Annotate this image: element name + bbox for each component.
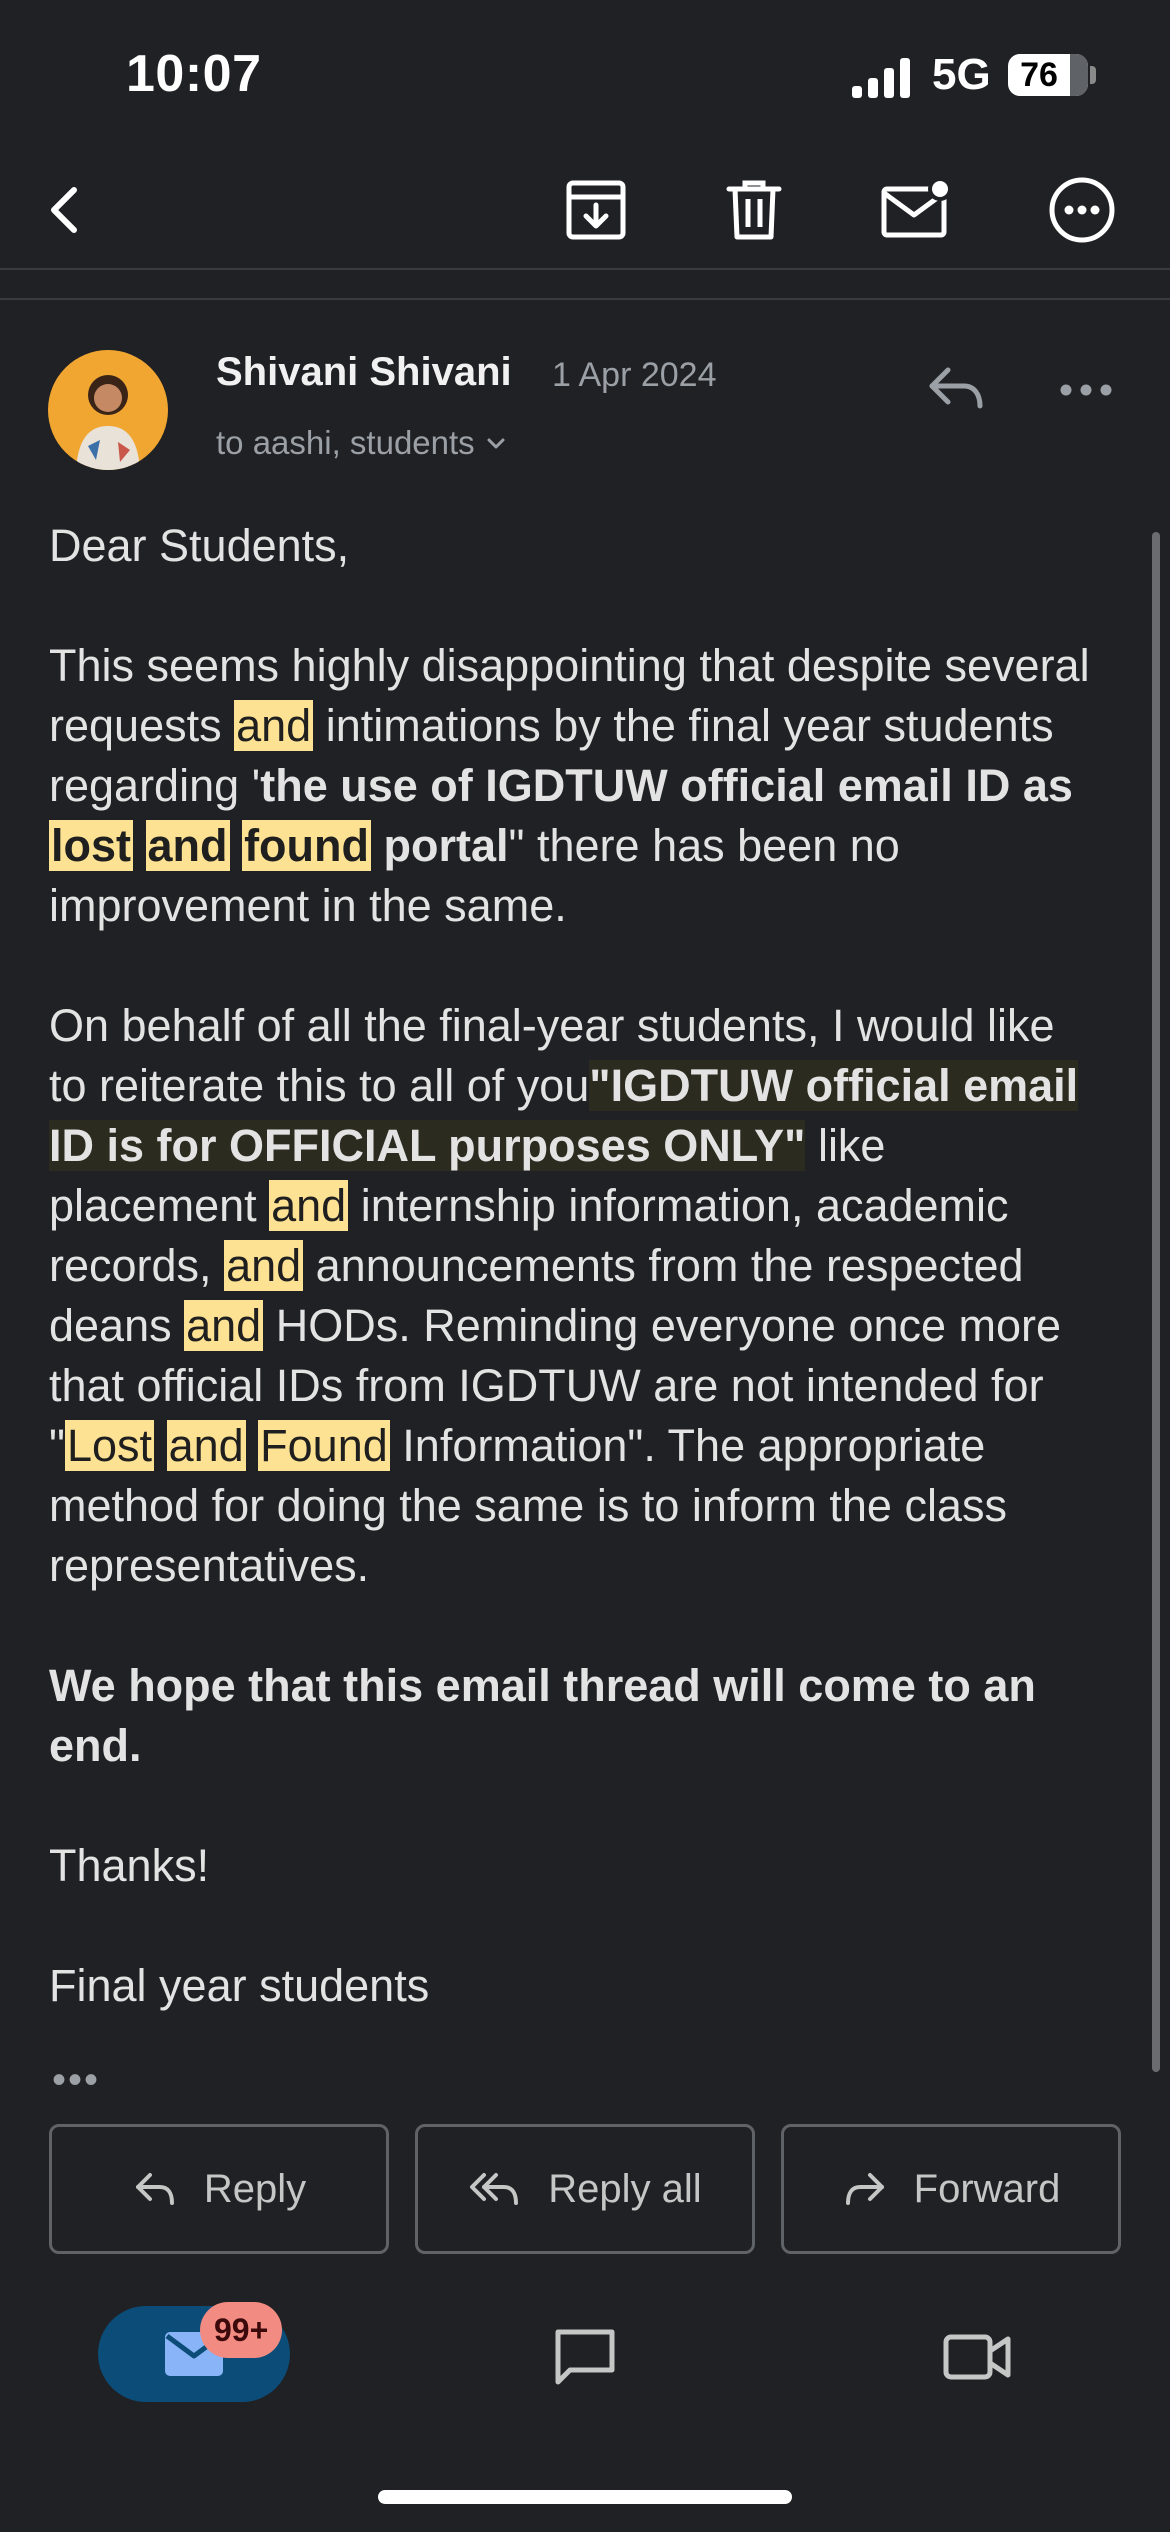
avatar-photo (48, 350, 168, 470)
reply-all-label: Reply all (548, 2166, 702, 2211)
search-highlight: and (224, 1240, 304, 1291)
search-highlight: and (184, 1300, 264, 1351)
recipients-toggle[interactable]: to aashi, students (216, 424, 507, 462)
signal-strength-icon (852, 58, 910, 98)
more-horizontal-icon (1060, 384, 1112, 396)
network-type: 5G (932, 50, 991, 99)
greeting: Dear Students, (49, 520, 350, 571)
scrollbar[interactable] (1152, 532, 1160, 2072)
search-highlight: found (242, 820, 371, 871)
divider (0, 298, 1170, 300)
home-indicator[interactable] (378, 2490, 792, 2504)
email-body: Dear Students, This seems highly disappo… (49, 516, 1099, 2076)
video-camera-icon (943, 2334, 1011, 2380)
status-bar: 10:07 5G 76 (0, 0, 1170, 150)
email-toolbar (0, 150, 1170, 270)
search-highlight: and (269, 1180, 349, 1231)
paragraph-1: This seems highly disappointing that des… (49, 640, 1090, 931)
battery-icon: 76 (1008, 54, 1088, 96)
chevron-down-icon (487, 438, 505, 449)
forward-icon (845, 2173, 884, 2205)
archive-icon (566, 180, 626, 240)
search-highlight: Lost (64, 1420, 155, 1471)
reply-button[interactable]: Reply (49, 2124, 389, 2254)
chat-icon (555, 2329, 615, 2385)
nav-meet-tab[interactable] (932, 2312, 1022, 2402)
thanks-line: Thanks! (49, 1840, 210, 1891)
unread-count-badge: 99+ (200, 2302, 283, 2358)
search-highlight: Found (258, 1420, 390, 1471)
reply-label: Reply (203, 2166, 307, 2211)
search-highlight: and (234, 700, 314, 751)
recipients-text: to aashi, students (216, 424, 475, 461)
mark-unread-button[interactable] (876, 170, 956, 250)
more-circle-icon (1049, 177, 1115, 243)
forward-button[interactable]: Forward (781, 2124, 1121, 2254)
nav-chat-tab[interactable] (540, 2312, 630, 2402)
trash-icon (726, 180, 782, 240)
back-arrow-icon (51, 187, 77, 233)
battery-level: 76 (1020, 56, 1058, 94)
signature: Final year students (49, 1960, 430, 2011)
reply-icon (135, 2173, 174, 2205)
sender-avatar[interactable] (48, 350, 168, 470)
reply-all-icon (470, 2173, 519, 2205)
mark-unread-icon (881, 177, 952, 238)
header-reply-button[interactable] (916, 350, 996, 430)
sent-date: 1 Apr 2024 (552, 356, 717, 394)
delete-button[interactable] (714, 170, 794, 250)
header-more-button[interactable] (1046, 350, 1126, 430)
back-button[interactable] (26, 170, 106, 250)
search-highlight: lost (49, 820, 134, 871)
closing-statement: We hope that this email thread will come… (49, 1660, 1036, 1771)
sender-name[interactable]: Shivani Shivani (216, 350, 512, 395)
paragraph-2: On behalf of all the final-year students… (49, 1000, 1079, 1591)
status-time: 10:07 (126, 45, 262, 103)
reply-all-button[interactable]: Reply all (415, 2124, 755, 2254)
search-highlight: and (145, 820, 230, 871)
archive-button[interactable] (556, 170, 636, 250)
reply-icon (929, 367, 983, 409)
more-options-button[interactable] (1042, 170, 1122, 250)
search-highlight: and (166, 1420, 246, 1471)
forward-label: Forward (913, 2166, 1061, 2211)
show-trimmed-content-button[interactable]: ••• (52, 2058, 100, 2103)
